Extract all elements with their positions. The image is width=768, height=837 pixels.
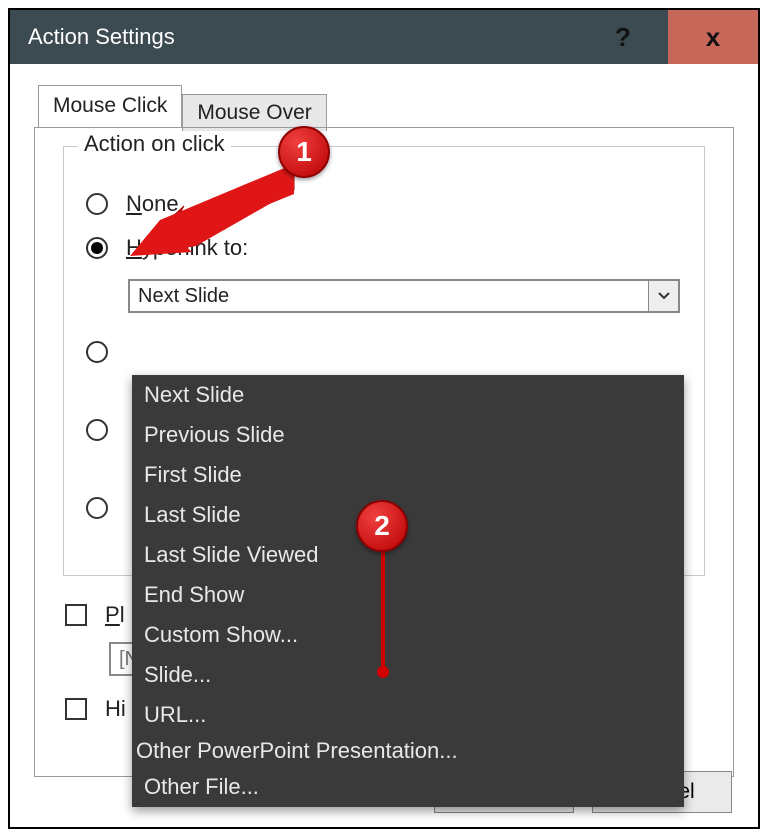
dropdown-item-other-ppt-wrap[interactable]: Other PowerPoint Presentation... bbox=[132, 735, 684, 767]
option-row-hidden-1 bbox=[86, 341, 686, 363]
tab-strip: Mouse Click Mouse Over bbox=[38, 82, 734, 128]
hyperlink-dropdown-list[interactable]: Next Slide Previous Slide First Slide La… bbox=[132, 375, 684, 807]
annotation-arrow bbox=[126, 160, 296, 256]
combo-selected-text: Next Slide bbox=[130, 285, 648, 308]
dropdown-item-other-file[interactable]: Other File... bbox=[132, 767, 684, 807]
checkbox-highlight-click[interactable] bbox=[65, 698, 87, 720]
radio-hidden-2[interactable] bbox=[86, 419, 108, 441]
titlebar: Action Settings ? x bbox=[10, 10, 758, 64]
dropdown-item-first-slide[interactable]: First Slide bbox=[132, 455, 684, 495]
tab-mouse-click[interactable]: Mouse Click bbox=[38, 85, 182, 128]
dropdown-item-end-show[interactable]: End Show bbox=[132, 575, 684, 615]
chevron-down-icon[interactable] bbox=[648, 281, 678, 311]
annotation-connector bbox=[381, 552, 385, 674]
dropdown-item-next-slide[interactable]: Next Slide bbox=[132, 375, 684, 415]
dropdown-item-slide[interactable]: Slide... bbox=[132, 655, 684, 695]
dropdown-item-previous-slide[interactable]: Previous Slide bbox=[132, 415, 684, 455]
radio-hidden-1[interactable] bbox=[86, 341, 108, 363]
annotation-marker-2: 2 bbox=[356, 500, 408, 552]
label-highlight-click: Hi bbox=[105, 696, 126, 722]
dropdown-item-custom-show[interactable]: Custom Show... bbox=[132, 615, 684, 655]
group-legend: Action on click bbox=[78, 131, 231, 157]
dropdown-item-last-slide[interactable]: Last Slide bbox=[132, 495, 684, 535]
checkbox-play-sound[interactable] bbox=[65, 604, 87, 626]
annotation-marker-1: 1 bbox=[278, 126, 330, 178]
hyperlink-combobox[interactable]: Next Slide bbox=[128, 279, 680, 313]
close-button[interactable]: x bbox=[668, 10, 758, 64]
dialog-window: Action Settings ? x Mouse Click Mouse Ov… bbox=[8, 8, 760, 829]
dialog-title: Action Settings bbox=[10, 24, 578, 50]
label-play-sound: Pl bbox=[105, 602, 125, 628]
dropdown-item-other-ppt[interactable]: Other PowerPoint Presentation... bbox=[136, 738, 680, 764]
radio-hyperlink-to[interactable] bbox=[86, 237, 108, 259]
dropdown-item-last-slide-viewed[interactable]: Last Slide Viewed bbox=[132, 535, 684, 575]
help-button[interactable]: ? bbox=[578, 10, 668, 64]
dropdown-item-url[interactable]: URL... bbox=[132, 695, 684, 735]
radio-none[interactable] bbox=[86, 193, 108, 215]
radio-hidden-3[interactable] bbox=[86, 497, 108, 519]
dialog-body: Mouse Click Mouse Over Action on click N… bbox=[10, 64, 758, 827]
